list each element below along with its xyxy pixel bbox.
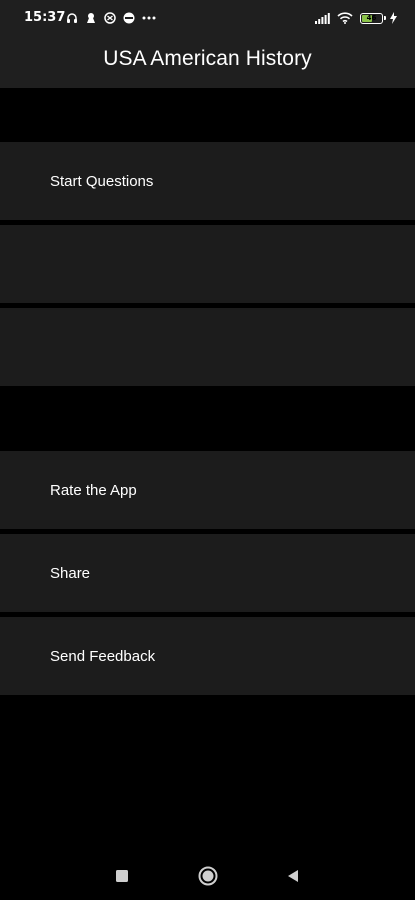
- menu-item-empty-2[interactable]: [0, 308, 415, 386]
- status-bar: 15:37 46: [0, 0, 415, 30]
- rate-app-button[interactable]: Rate the App: [0, 451, 415, 529]
- start-questions-button[interactable]: Start Questions: [0, 142, 415, 220]
- notification-icon: [87, 13, 95, 23]
- menu-item-label: Start Questions: [50, 172, 154, 190]
- battery-icon: 46: [360, 12, 386, 24]
- battery-level: 46: [366, 13, 377, 22]
- app-title: USA American History: [103, 47, 312, 70]
- status-time: 15:37: [24, 10, 66, 25]
- app-icon: [104, 12, 116, 24]
- navigation-bar: [0, 850, 415, 900]
- send-feedback-button[interactable]: Send Feedback: [0, 617, 415, 695]
- menu-item-label: Share: [50, 564, 91, 582]
- wifi-icon: [337, 12, 353, 24]
- home-button[interactable]: [196, 864, 220, 888]
- status-icons-left: [66, 11, 156, 25]
- back-triangle-icon: [288, 870, 298, 882]
- app-bar: USA American History: [0, 30, 415, 88]
- more-dots-icon: [142, 16, 156, 20]
- recents-button[interactable]: [110, 864, 134, 888]
- app-icon-2: [123, 12, 135, 24]
- menu-item-label: Send Feedback: [50, 647, 156, 665]
- signal-icon: [315, 12, 330, 24]
- recents-square-icon: [116, 870, 128, 882]
- headphones-icon: [67, 13, 77, 23]
- menu-item-empty-1[interactable]: [0, 225, 415, 303]
- back-button[interactable]: [281, 864, 305, 888]
- charging-icon: [390, 12, 397, 24]
- status-icons-right: 46: [315, 11, 397, 25]
- share-button[interactable]: Share: [0, 534, 415, 612]
- home-circle-icon: [198, 866, 218, 886]
- menu-item-label: Rate the App: [50, 481, 137, 499]
